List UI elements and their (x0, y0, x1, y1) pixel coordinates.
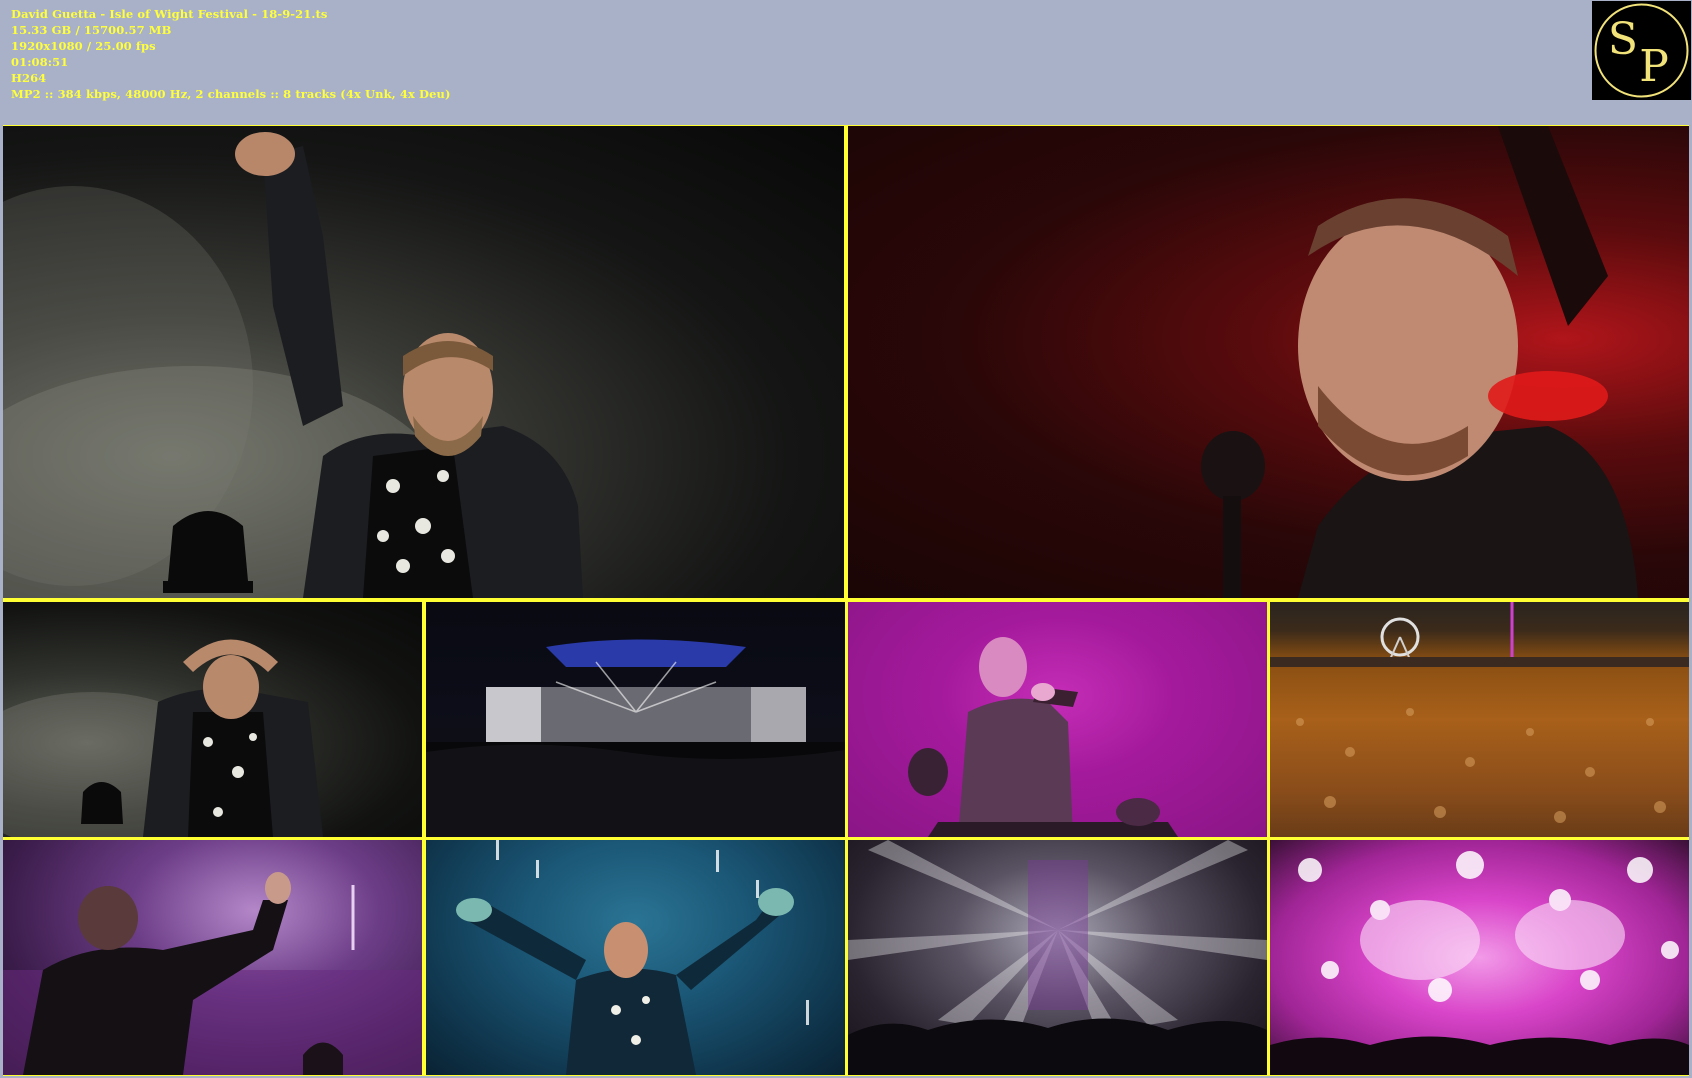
thumbnail-frame-5[interactable] (848, 602, 1267, 837)
logo-letter-s: S (1608, 14, 1638, 65)
thumbnail-frame-10[interactable] (1270, 840, 1689, 1075)
file-info-panel: David Guetta - Isle of Wight Festival - … (11, 6, 451, 102)
performer-image (3, 872, 422, 1075)
performer-image (3, 132, 583, 598)
thumbnail-frame-8[interactable] (426, 840, 845, 1075)
video-codec: H264 (11, 71, 47, 85)
file-size: 15.33 GB / 15700.57 MB (11, 23, 172, 37)
file-name: David Guetta - Isle of Wight Festival - … (11, 7, 328, 21)
performer-image (456, 840, 809, 1075)
thumbnail-frame-7[interactable] (3, 840, 422, 1075)
stage-image (848, 840, 1267, 1075)
thumbnail-frame-6[interactable] (1270, 602, 1689, 837)
logo-letter-p: P (1639, 41, 1669, 92)
thumbnail-frame-2[interactable] (848, 126, 1689, 598)
thumbnail-frame-9[interactable] (848, 840, 1267, 1075)
performer-image (1201, 126, 1638, 598)
video-resolution: 1920x1080 / 25.00 fps (11, 39, 156, 53)
performer-image (3, 639, 323, 837)
thumbnail-frame-4[interactable] (426, 602, 845, 837)
performer-image (908, 637, 1178, 837)
thumbnail-frame-3[interactable] (3, 602, 422, 837)
confetti-image (1270, 851, 1689, 1075)
audio-info: MP2 :: 384 kbps, 48000 Hz, 2 channels ::… (11, 87, 451, 101)
thumbnail-frame-1[interactable] (3, 126, 844, 598)
sp-logo: S P (1592, 1, 1691, 100)
thumbnail-grid (3, 125, 1689, 1076)
duration: 01:08:51 (11, 55, 69, 69)
stage-image (426, 639, 845, 837)
crowd-image (1270, 602, 1689, 823)
